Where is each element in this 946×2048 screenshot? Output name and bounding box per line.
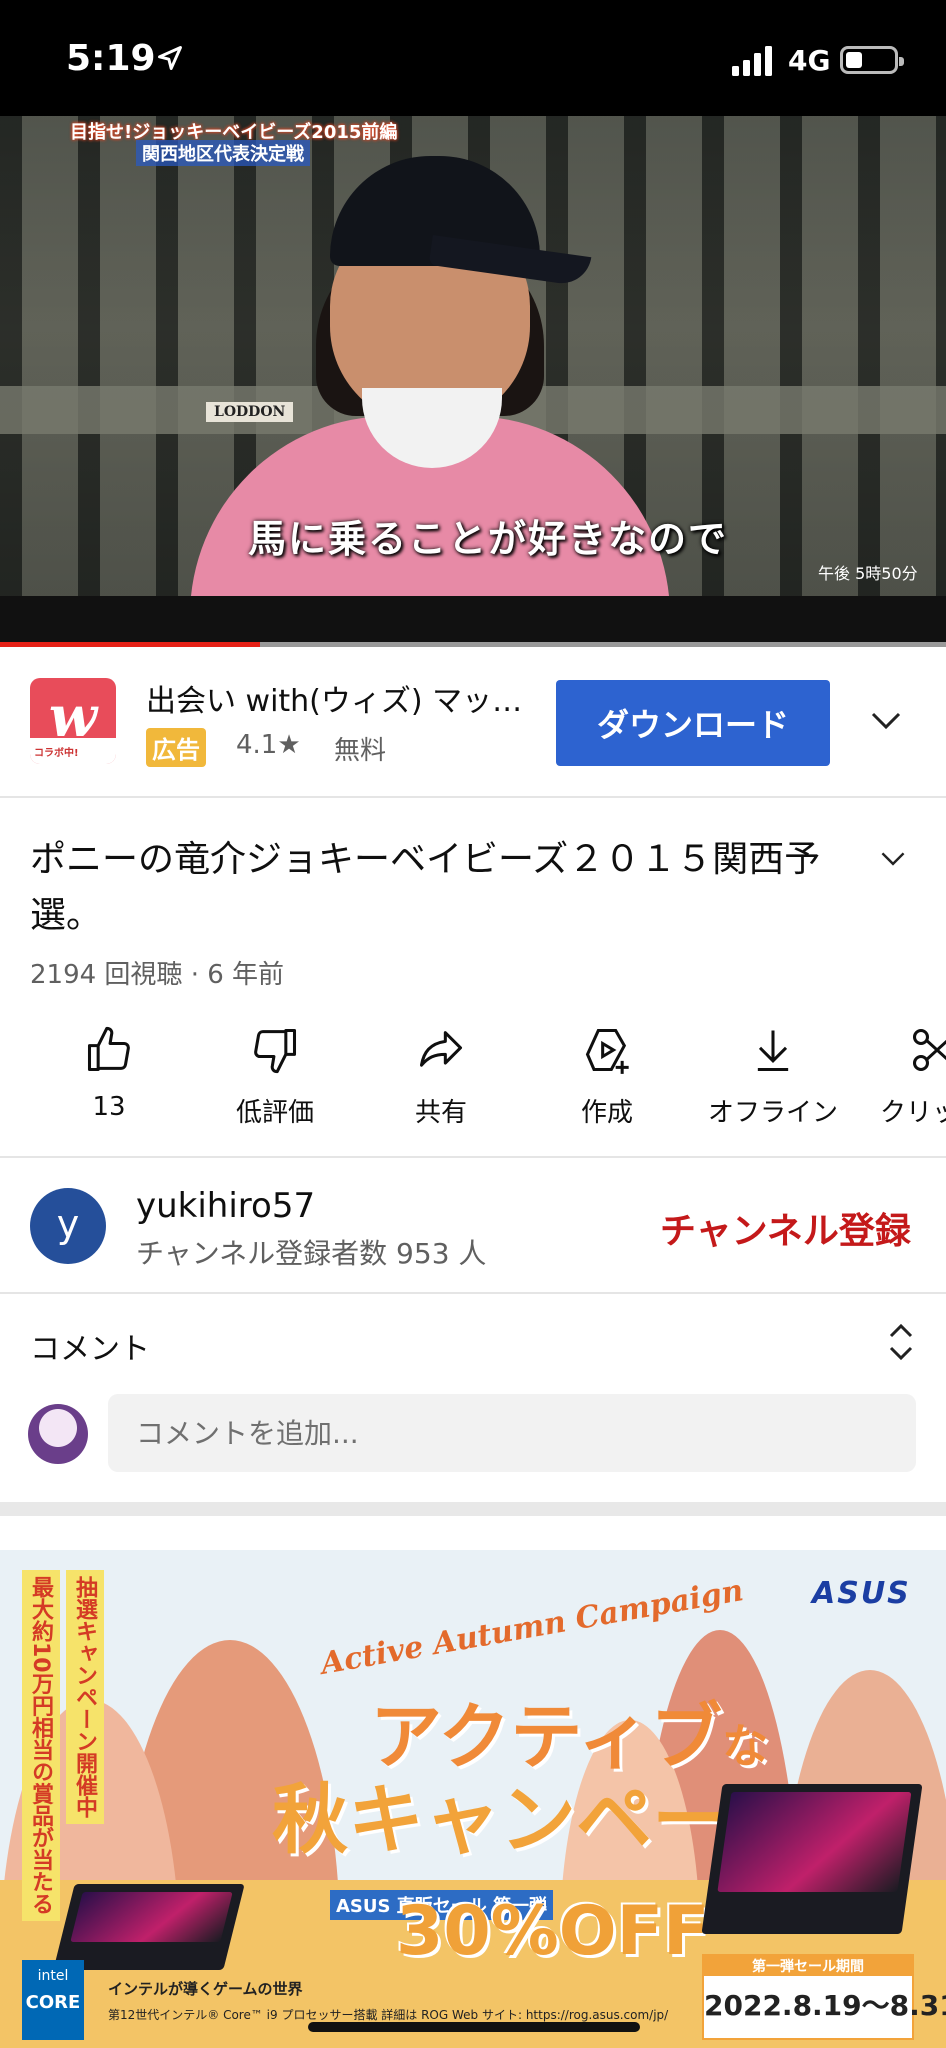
create-button[interactable]: 作成 <box>532 1024 682 1129</box>
share-icon <box>419 1031 463 1067</box>
dislike-button[interactable]: 低評価 <box>200 1024 350 1129</box>
video-player[interactable]: LODDON 目指せ!ジョッキーベイビーズ2015前編 関西地区代表決定戦 馬に… <box>0 116 946 644</box>
divider <box>0 1156 946 1158</box>
laptop-image-left <box>53 1884 245 1970</box>
ad-price: 無料 <box>334 736 387 766</box>
sale-period-box: 第一弾セール期間 2022.8.19～8.31 <box>702 1954 946 2040</box>
stable-plate: LODDON <box>206 402 294 422</box>
ad-rating: 4.1★ <box>236 730 301 760</box>
intel-badge: intel CORE <box>22 1960 84 2040</box>
clip-icon <box>912 1028 946 1072</box>
ad-app-logo[interactable]: w コラボ中! <box>30 678 116 764</box>
download-offline-label: オフライン <box>707 1098 838 1128</box>
tv-frame <box>0 596 946 644</box>
user-avatar[interactable] <box>28 1404 88 1464</box>
video-meta: 2194 回視聴 · 6 年前 <box>30 960 285 990</box>
comments-title[interactable]: コメント <box>30 1324 150 1368</box>
channel-subscriber-count: チャンネル登録者数 953 人 <box>136 1237 487 1270</box>
video-caption-subtitle: 関西地区代表決定戦 <box>136 140 310 166</box>
ad-title[interactable]: 出会い with(ウィズ) マッチングアプリ <box>146 676 526 720</box>
banner-footer-heading: インテルが導くゲームの世界 <box>108 1980 303 1998</box>
comment-input[interactable] <box>108 1394 916 1472</box>
expand-collapse-icon[interactable] <box>886 1322 916 1362</box>
asus-logo: ASUS <box>812 1576 911 1611</box>
ad-expand-chevron-icon[interactable] <box>870 710 902 732</box>
download-offline-button[interactable]: オフライン <box>698 1024 848 1129</box>
channel-avatar[interactable]: y <box>30 1188 106 1264</box>
section-separator <box>0 1502 946 1516</box>
create-icon <box>585 1028 629 1074</box>
clip-button[interactable]: クリップ <box>864 1024 946 1129</box>
dislike-icon <box>254 1028 297 1074</box>
divider <box>0 796 946 798</box>
share-label: 共有 <box>414 1098 467 1128</box>
home-indicator[interactable] <box>308 2022 640 2032</box>
status-bar: 5:19 4G <box>0 0 946 116</box>
location-arrow-icon <box>158 46 182 70</box>
like-icon <box>87 1026 130 1072</box>
sale-period-heading: 第一弾セール期間 <box>704 1956 912 1976</box>
status-time: 5:19 <box>66 38 156 79</box>
banner-vertical-text-2: 抽選キャンペーン開催中 <box>66 1570 104 1824</box>
banner-footer-details: 第12世代インテル® Core™ i9 プロセッサー搭載 詳細は ROG Web… <box>108 2008 669 2022</box>
channel-name[interactable]: yukihiro57 <box>136 1186 315 1226</box>
video-subtitle: 馬に乗ることが好きなので <box>248 517 729 561</box>
ad-download-button[interactable]: ダウンロード <box>556 680 830 766</box>
dislike-label: 低評価 <box>235 1098 314 1128</box>
like-count: 13 <box>92 1092 126 1122</box>
banner-vertical-text-1: 最大約10万円相当の賞品が当たる <box>22 1570 60 1921</box>
ad-badge: 広告 <box>146 728 206 767</box>
divider <box>0 1292 946 1294</box>
banner-ad[interactable]: ASUS 最大約10万円相当の賞品が当たる 抽選キャンペーン開催中 Active… <box>0 1550 946 2048</box>
share-button[interactable]: 共有 <box>366 1024 516 1129</box>
network-type: 4G <box>788 44 831 77</box>
cellular-signal-icon <box>732 46 772 76</box>
sale-period-date: 2022.8.19～8.31 <box>704 1989 946 2022</box>
laptop-image-right <box>701 1784 923 1934</box>
subscribe-button[interactable]: チャンネル登録 <box>660 1202 911 1254</box>
create-label: 作成 <box>580 1098 633 1128</box>
description-expand-chevron-icon[interactable] <box>880 850 906 868</box>
video-title[interactable]: ポニーの竜介ジョキーベイビーズ２０１５関西予選。 <box>30 832 850 944</box>
campaign-english-title: Active Autumn Campaign <box>318 1573 746 1682</box>
video-clock-tag: 午後 5時50分 <box>818 564 918 583</box>
download-icon <box>757 1030 789 1072</box>
sale-discount: 30%OFF <box>396 1892 710 1971</box>
battery-icon <box>840 46 904 74</box>
progress-fill <box>0 642 261 647</box>
clip-label: クリップ <box>880 1098 946 1128</box>
like-button[interactable]: 13 <box>34 1024 184 1122</box>
ad-logo-sub: コラボ中! <box>34 748 79 759</box>
